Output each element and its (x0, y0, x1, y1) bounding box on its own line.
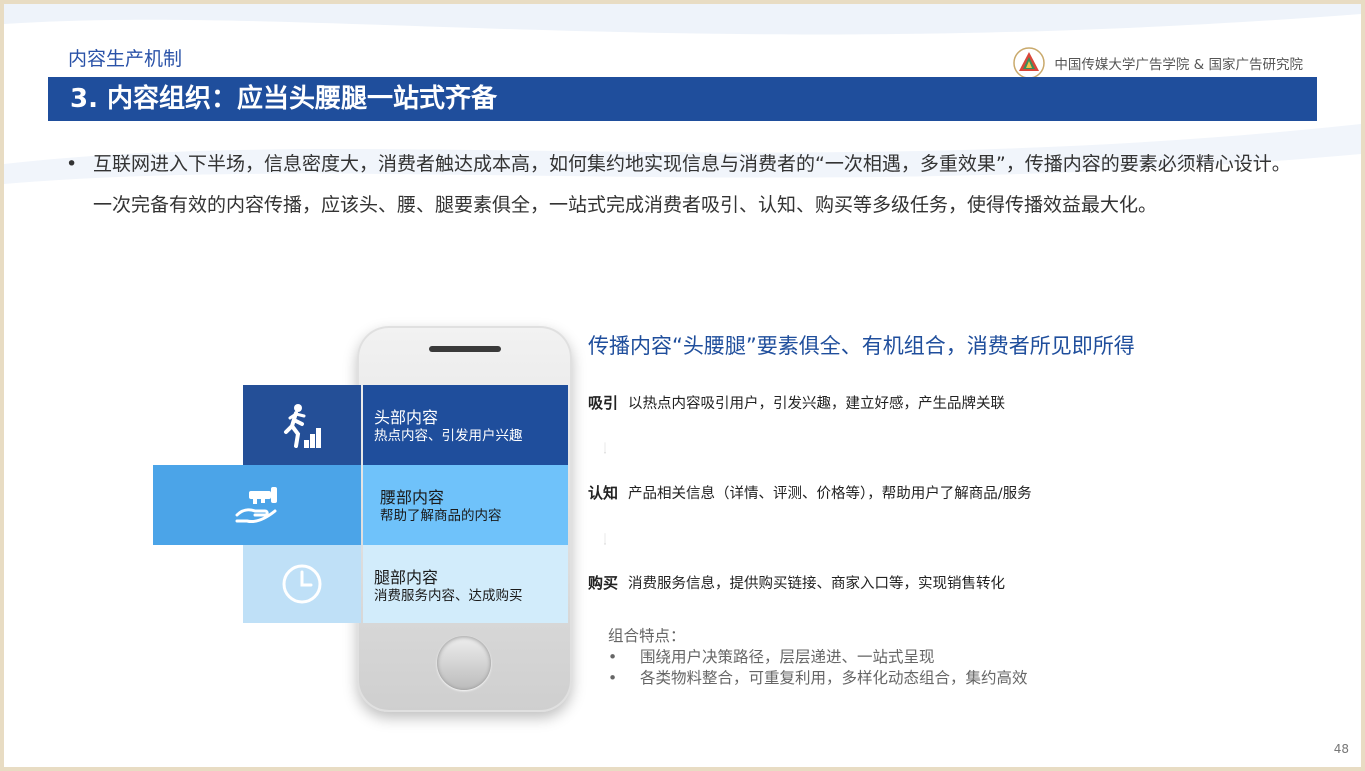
stage-desc: 消费服务信息，提供购买链接、商家入口等，实现销售转化 (628, 576, 1006, 592)
waist-content-text: 腰部内容 帮助了解商品的内容 (380, 488, 502, 526)
leg-icon-panel (243, 545, 361, 623)
stage-key: 购买 (588, 574, 619, 592)
subtitle: 传播内容“头腰腿”要素俱全、有机组合，消费者所见即所得 (588, 334, 1135, 358)
bullet: • (608, 648, 618, 666)
university-logo-icon (1013, 47, 1046, 79)
page-title: 3. 内容组织：应当头腰腿一站式齐备 (48, 77, 1317, 121)
feature-item: • 各类物料整合，可重复利用，多样化动态组合，集约高效 (608, 668, 1028, 689)
section-label: 内容生产机制 (68, 48, 183, 70)
bullet: • (608, 669, 618, 687)
head-content-sub: 热点内容、引发用户兴趣 (374, 428, 523, 444)
phone-speaker (429, 346, 501, 352)
slide: 内容生产机制 中国传媒大学广告学院 & 国家广告研究院 3. 内容组织：应当头腰… (4, 4, 1361, 767)
phone-home-button (437, 636, 491, 690)
leg-content-title: 腿部内容 (374, 568, 439, 587)
intro-paragraph: • 互联网进入下半场，信息密度大，消费者触达成本高，如何集约地实现信息与消费者的… (66, 144, 1306, 226)
clock-icon (282, 564, 322, 604)
stage-key: 认知 (588, 484, 619, 502)
waist-content-title: 腰部内容 (380, 488, 445, 507)
org-name: 中国传媒大学广告学院 & 国家广告研究院 (1054, 57, 1303, 73)
bullet: • (66, 153, 78, 175)
waist-content-sub: 帮助了解商品的内容 (380, 508, 502, 524)
waist-icon-panel (153, 465, 361, 545)
intro-text: 互联网进入下半场，信息密度大，消费者触达成本高，如何集约地实现信息与消费者的“一… (93, 153, 1291, 216)
leg-content-text: 腿部内容 消费服务内容、达成购买 (374, 568, 523, 606)
page-number: 48 (1333, 742, 1349, 756)
org-header: 中国传媒大学广告学院 & 国家广告研究院 (1012, 46, 1303, 80)
stage-desc: 以热点内容吸引用户，引发兴趣，建立好感，产生品牌关联 (628, 396, 1006, 412)
down-arrow-icon (604, 442, 606, 454)
down-arrow-icon (604, 533, 606, 545)
head-content-title: 头部内容 (374, 408, 439, 427)
running-stairs-icon (284, 404, 321, 448)
stage-cognition: 认知 产品相关信息（详情、评测、价格等），帮助用户了解商品/服务 (588, 482, 1032, 503)
stage-purchase: 购买 消费服务信息，提供购买链接、商家入口等，实现销售转化 (588, 572, 1005, 593)
hand-key-icon (235, 487, 277, 523)
combination-features: 组合特点： • 围绕用户决策路径，层层递进、一站式呈现 • 各类物料整合，可重复… (608, 626, 1028, 689)
head-content-text: 头部内容 热点内容、引发用户兴趣 (374, 408, 523, 446)
feature-text: 各类物料整合，可重复利用，多样化动态组合，集约高效 (640, 669, 1028, 687)
feature-text: 围绕用户决策路径，层层递进、一站式呈现 (640, 648, 935, 666)
stage-key: 吸引 (588, 394, 619, 412)
leg-content-sub: 消费服务内容、达成购买 (374, 588, 523, 604)
feature-item: • 围绕用户决策路径，层层递进、一站式呈现 (608, 647, 1028, 668)
stage-desc: 产品相关信息（详情、评测、价格等），帮助用户了解商品/服务 (628, 486, 1032, 502)
stage-attract: 吸引 以热点内容吸引用户，引发兴趣，建立好感，产生品牌关联 (588, 392, 1005, 413)
features-heading: 组合特点： (608, 627, 686, 645)
head-icon-panel (243, 385, 361, 467)
